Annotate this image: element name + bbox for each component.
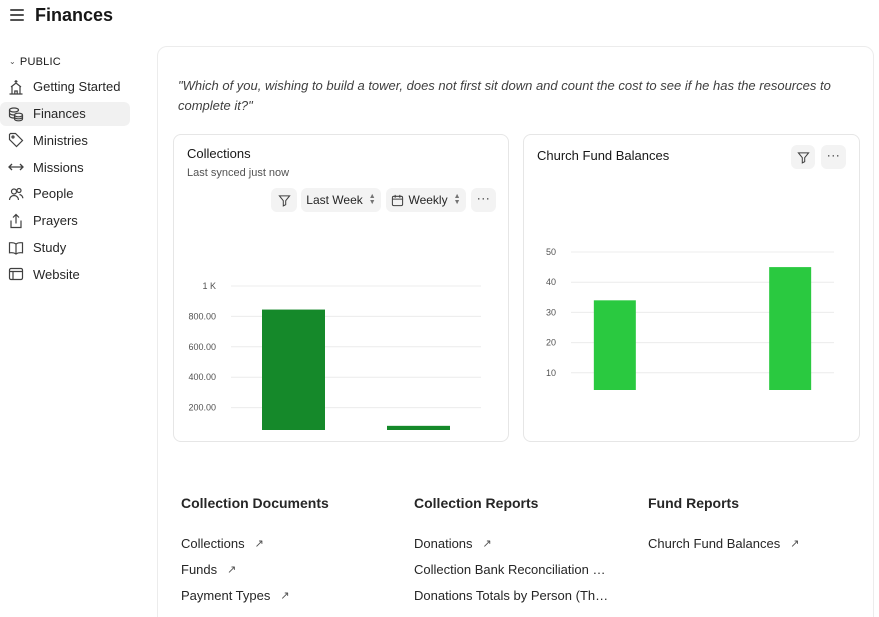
sidebar-item-finances[interactable]: Finances: [0, 101, 130, 126]
link-label: Funds: [181, 561, 218, 577]
sidebar-item-people[interactable]: People: [0, 182, 130, 206]
arrows-horizontal-icon: [8, 159, 24, 175]
filter-icon: [277, 194, 291, 207]
top-bar: Finances: [0, 0, 879, 34]
interval-select[interactable]: Weekly ▲ ▼: [386, 188, 466, 212]
link-collections[interactable]: Collections ↗: [181, 530, 401, 556]
chart-bar: [593, 300, 636, 390]
y-tick-label: 10: [546, 368, 556, 378]
page-title: Finances: [35, 5, 114, 25]
y-tick-label: 30: [546, 307, 556, 317]
external-link-icon: ↗: [227, 563, 237, 576]
quote-text: "Which of you, wishing to build a tower,…: [178, 78, 831, 113]
y-tick-label: 40: [546, 277, 556, 287]
card-title: Church Fund Balances: [537, 148, 670, 163]
main-panel: "Which of you, wishing to build a tower,…: [157, 46, 874, 617]
external-link-icon: ↗: [280, 589, 290, 602]
y-tick-label: 400.00: [188, 372, 216, 382]
link-label: Church Fund Balances: [648, 535, 781, 551]
church-icon: [8, 79, 24, 95]
tag-icon: [8, 132, 24, 148]
section-heading: Collection Documents: [181, 495, 329, 511]
period-select-label: Last Week: [306, 193, 363, 207]
sidebar-item-getting-started[interactable]: Getting Started: [0, 75, 130, 99]
fund-reports-section: Fund Reports Church Fund Balances ↗: [648, 495, 848, 556]
link-funds[interactable]: Funds ↗: [181, 556, 401, 582]
fund-balances-bar-chart: 01020304050BuildingGeneralMissions: [546, 247, 834, 390]
section-heading: Fund Reports: [648, 495, 739, 511]
link-label: Donations Totals by Person (This Year): [414, 587, 609, 603]
sidebar-item-label: People: [33, 186, 74, 202]
external-link-icon: ↗: [790, 537, 800, 550]
sidebar-section-public[interactable]: ⌄ PUBLIC: [0, 52, 130, 72]
more-icon: ···: [826, 148, 841, 162]
sidebar-item-label: Ministries: [33, 132, 88, 148]
collections-chart-card: Collections Last synced just now Last We…: [173, 134, 509, 442]
select-arrows-icon: ▲ ▼: [368, 193, 376, 206]
y-tick-label: 800.00: [188, 311, 216, 321]
sidebar-item-label: Study: [33, 240, 67, 256]
link-label: Donations: [414, 535, 473, 551]
period-select[interactable]: Last Week ▲ ▼: [301, 188, 381, 212]
filter-icon: [796, 151, 810, 164]
collection-documents-section: Collection Documents Collections ↗ Funds…: [181, 495, 401, 608]
y-tick-label: 600.00: [188, 342, 216, 352]
menu-icon[interactable]: [10, 9, 24, 23]
chart-bar: [769, 267, 812, 390]
sidebar-item-prayers[interactable]: Prayers: [0, 209, 130, 233]
share-icon: [8, 213, 24, 229]
sidebar-section-label: PUBLIC: [19, 56, 61, 68]
sidebar-item-study[interactable]: Study: [0, 236, 130, 260]
sidebar-item-label: Finances: [33, 106, 86, 122]
chart-bar: [387, 425, 450, 430]
coins-icon: [8, 106, 24, 122]
link-label: Collection Bank Reconciliation Report: [414, 561, 609, 577]
more-icon: ···: [476, 191, 491, 205]
calendar-icon: [392, 194, 404, 206]
link-church-fund-balances[interactable]: Church Fund Balances ↗: [648, 530, 848, 556]
external-link-icon: ↗: [254, 537, 264, 550]
section-heading: Collection Reports: [414, 495, 539, 511]
interval-select-label: Weekly: [408, 193, 448, 207]
collections-bar-chart: 0200.00400.00600.00800.001 K10-04-202510…: [188, 281, 481, 430]
link-donations-totals-by-person[interactable]: Donations Totals by Person (This Year): [414, 582, 634, 608]
collection-reports-section: Collection Reports Donations ↗ Collectio…: [414, 495, 634, 608]
more-options-button[interactable]: ···: [821, 145, 846, 169]
book-icon: [8, 240, 24, 256]
link-collection-bank-reconciliation[interactable]: Collection Bank Reconciliation Report: [414, 556, 634, 582]
chart-bar: [262, 309, 325, 430]
sidebar-item-label: Missions: [33, 159, 84, 175]
sidebar-item-label: Prayers: [33, 213, 78, 229]
sidebar-item-label: Website: [33, 266, 80, 282]
link-payment-types[interactable]: Payment Types ↗: [181, 582, 401, 608]
browser-icon: [8, 266, 24, 282]
chevron-down-icon: ⌄: [9, 56, 16, 66]
sidebar-item-website[interactable]: Website: [0, 262, 130, 286]
y-tick-label: 1 K: [202, 281, 216, 291]
y-tick-label: 20: [546, 338, 556, 348]
sidebar: ⌄ PUBLIC Getting Started Finances Minist…: [0, 52, 130, 286]
card-title: Collections: [187, 146, 251, 161]
select-arrows-icon: ▲ ▼: [453, 193, 461, 206]
last-synced-text: Last synced just now: [187, 167, 290, 179]
filter-button[interactable]: [271, 188, 297, 212]
link-donations[interactable]: Donations ↗: [414, 530, 634, 556]
fund-balances-chart-card: Church Fund Balances ··· 01020304050Buil…: [523, 134, 860, 442]
link-label: Collections: [181, 535, 245, 551]
more-options-button[interactable]: ···: [471, 188, 496, 212]
external-link-icon: ↗: [482, 537, 492, 550]
y-tick-label: 200.00: [188, 403, 216, 413]
link-label: Payment Types: [181, 587, 271, 603]
users-icon: [8, 186, 24, 202]
y-tick-label: 50: [546, 247, 556, 257]
sidebar-item-label: Getting Started: [33, 79, 121, 95]
filter-button[interactable]: [791, 145, 815, 169]
sidebar-item-ministries[interactable]: Ministries: [0, 128, 130, 152]
sidebar-item-missions[interactable]: Missions: [0, 155, 130, 179]
